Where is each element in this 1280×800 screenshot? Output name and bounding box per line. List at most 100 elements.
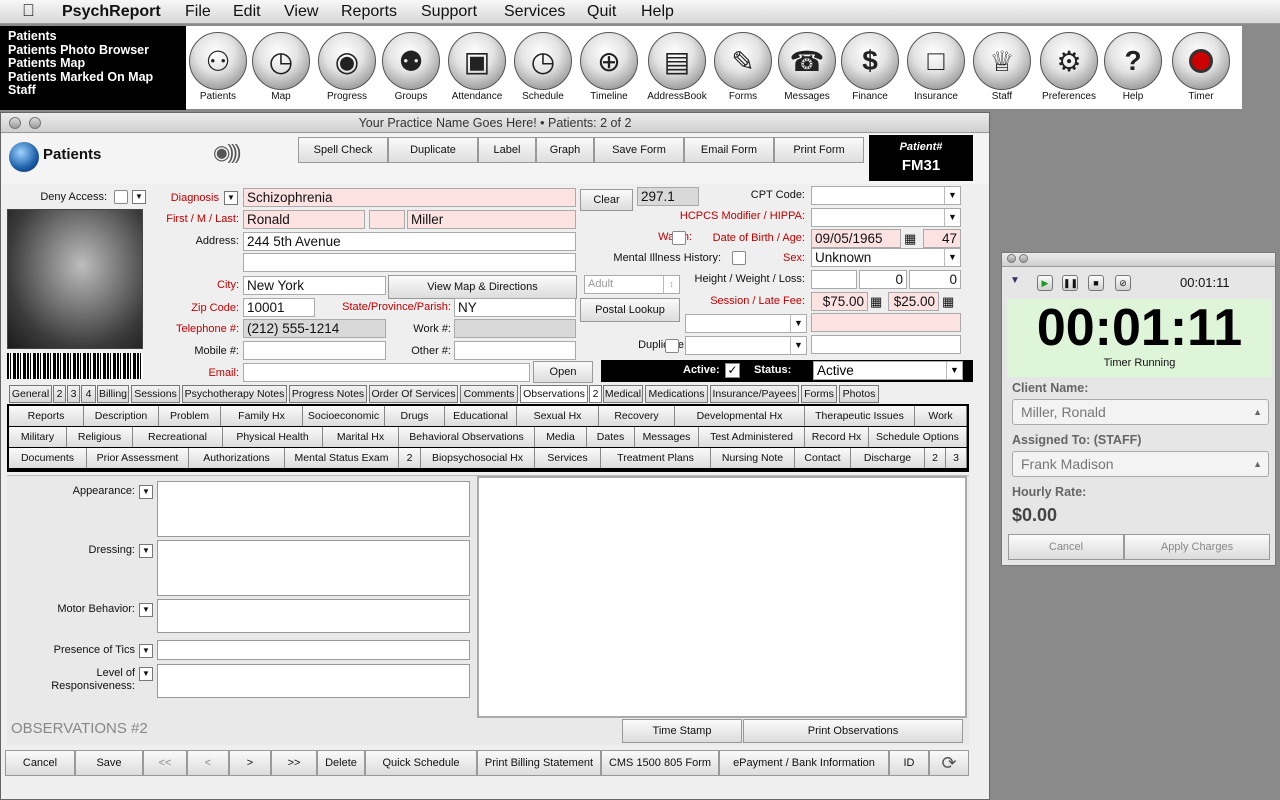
last-name-field[interactable]: Miller <box>407 210 576 229</box>
stop-icon[interactable]: ■ <box>1088 275 1104 291</box>
cancel-button[interactable]: Cancel <box>5 750 75 776</box>
subtab-documents[interactable]: Documents <box>9 448 87 468</box>
nav-item-staff[interactable]: Staff <box>8 83 178 98</box>
toolbar-progress-button[interactable]: ◉ Progress <box>315 32 379 102</box>
dressing-dropdown[interactable]: ▼ <box>139 544 153 558</box>
toolbar-addressbook-button[interactable]: ▤ AddressBook <box>645 32 709 102</box>
timer-minimize-button[interactable] <box>1019 254 1028 263</box>
graph-button[interactable]: Graph <box>536 137 594 163</box>
first-name-field[interactable]: Ronald <box>243 210 365 229</box>
subtab-drugs[interactable]: Drugs <box>385 406 445 426</box>
window-close-button[interactable] <box>9 117 21 129</box>
tab-billing[interactable]: Billing <box>97 385 129 403</box>
toolbar-messages-button[interactable]: ☎ Messages <box>775 32 839 102</box>
toolbar-patients-button[interactable]: ⚇ Patients <box>186 32 250 102</box>
tab-general-4[interactable]: 4 <box>81 385 96 403</box>
timer-close-button[interactable] <box>1007 254 1016 263</box>
print-form-button[interactable]: Print Form <box>774 137 864 163</box>
subtab-schedule-options[interactable]: Schedule Options <box>869 427 967 447</box>
subtab-educational[interactable]: Educational <box>445 406 517 426</box>
subtab-messages[interactable]: Messages <box>635 427 699 447</box>
extra-field-2[interactable] <box>811 335 961 354</box>
tab-general[interactable]: General <box>9 385 52 403</box>
tab-comments[interactable]: Comments <box>460 385 518 403</box>
window-minimize-button[interactable] <box>29 117 41 129</box>
email-form-button[interactable]: Email Form <box>684 137 774 163</box>
tab-psychotherapy-notes[interactable]: Psychotherapy Notes <box>182 385 287 403</box>
toolbar-schedule-button[interactable]: ◷ Schedule <box>511 32 575 102</box>
age-group-select[interactable]: Adult ↕ <box>584 275 680 294</box>
calculator-icon[interactable]: ▦ <box>942 294 954 310</box>
subtab-developmental-hx[interactable]: Developmental Hx <box>675 406 805 426</box>
view-map-button[interactable]: View Map & Directions <box>388 275 577 299</box>
active-checkbox[interactable]: ✓ <box>725 363 740 378</box>
menu-quit[interactable]: Quit <box>587 3 616 21</box>
diagnosis-code-field[interactable]: 297.1 <box>637 187 699 206</box>
menu-reports[interactable]: Reports <box>341 3 397 21</box>
subtab-prior-assessment[interactable]: Prior Assessment <box>87 448 189 468</box>
toolbar-forms-button[interactable]: ✎ Forms <box>711 32 775 102</box>
cms-1500-form-button[interactable]: CMS 1500 805 Form <box>601 750 719 776</box>
tab-medications[interactable]: Medications <box>645 385 708 403</box>
subtab-recreational[interactable]: Recreational <box>133 427 223 447</box>
subtab-work[interactable]: Work <box>915 406 967 426</box>
address-line2-field[interactable] <box>243 253 576 272</box>
toolbar-insurance-button[interactable]: □ Insurance <box>904 32 968 102</box>
appearance-dropdown[interactable]: ▼ <box>139 485 153 499</box>
diagnosis-dropdown[interactable]: ▼ <box>224 191 238 205</box>
state-field[interactable]: NY <box>454 298 576 317</box>
subtab-marital-hx[interactable]: Marital Hx <box>323 427 399 447</box>
deny-access-dropdown[interactable]: ▼ <box>132 190 146 204</box>
motor-behavior-textarea[interactable] <box>157 599 470 633</box>
first-record-button[interactable]: << <box>143 750 187 776</box>
toolbar-attendance-button[interactable]: ▣ Attendance <box>445 32 509 102</box>
label-button[interactable]: Label <box>478 137 536 163</box>
appearance-textarea[interactable] <box>157 481 470 537</box>
subtab-mental-status-exam[interactable]: Mental Status Exam <box>285 448 399 468</box>
play-icon[interactable]: ▶ <box>1037 275 1053 291</box>
deny-access-checkbox[interactable] <box>114 190 128 204</box>
id-button[interactable]: ID <box>889 750 929 776</box>
next-record-button[interactable]: > <box>229 750 271 776</box>
dob-field[interactable]: 09/05/1965 <box>811 229 901 248</box>
subtab-discharge-2[interactable]: 2 <box>925 448 946 468</box>
subtab-therapeutic-issues[interactable]: Therapeutic Issues <box>805 406 915 426</box>
address-line1-field[interactable]: 244 5th Avenue <box>243 232 576 251</box>
diagnosis-field[interactable]: Schizophrenia <box>243 188 576 207</box>
extra-select-2[interactable]: ▼ <box>685 336 807 355</box>
late-fee-field[interactable]: $25.00 <box>888 292 939 311</box>
save-button[interactable]: Save <box>75 750 143 776</box>
apply-charges-button[interactable]: Apply Charges <box>1124 534 1270 560</box>
city-field[interactable]: New York <box>243 276 386 295</box>
tab-general-2[interactable]: 2 <box>53 385 66 403</box>
subtab-discharge-3[interactable]: 3 <box>946 448 967 468</box>
clear-button[interactable]: Clear <box>580 189 633 211</box>
nav-item-marked-on-map[interactable]: Patients Marked On Map <box>8 70 178 85</box>
zip-code-field[interactable]: 10001 <box>243 298 315 317</box>
tab-order-of-services[interactable]: Order Of Services <box>369 385 458 403</box>
tab-observations[interactable]: Observations <box>520 385 588 403</box>
session-fee-field[interactable]: $75.00 <box>811 292 868 311</box>
subtab-socioeconomic[interactable]: Socioeconomic <box>303 406 385 426</box>
responsiveness-dropdown[interactable]: ▼ <box>139 667 153 681</box>
menu-view[interactable]: View <box>284 3 318 21</box>
delete-button[interactable]: Delete <box>317 750 365 776</box>
subtab-description[interactable]: Description <box>84 406 159 426</box>
open-button[interactable]: Open <box>533 361 593 383</box>
reset-icon[interactable]: ⊘ <box>1115 275 1131 291</box>
tab-photos[interactable]: Photos <box>839 385 879 403</box>
subtab-problem[interactable]: Problem <box>159 406 221 426</box>
subtab-media[interactable]: Media <box>535 427 587 447</box>
menu-help[interactable]: Help <box>641 3 674 21</box>
client-name-select[interactable]: Miller, Ronald ▲ <box>1012 399 1269 425</box>
disclosure-triangle-icon[interactable]: ▼ <box>1010 275 1020 286</box>
subtab-discharge[interactable]: Discharge <box>851 448 925 468</box>
subtab-physical-health[interactable]: Physical Health <box>223 427 323 447</box>
toolbar-groups-button[interactable]: ⚉ Groups <box>379 32 443 102</box>
nav-item-patients-map[interactable]: Patients Map <box>8 56 178 71</box>
tics-textarea[interactable] <box>157 640 470 660</box>
print-observations-button[interactable]: Print Observations <box>743 719 963 743</box>
sex-select[interactable]: Unknown ▼ <box>811 248 961 267</box>
other-phone-field[interactable] <box>454 341 576 360</box>
weight-field[interactable]: 0 <box>859 270 907 289</box>
